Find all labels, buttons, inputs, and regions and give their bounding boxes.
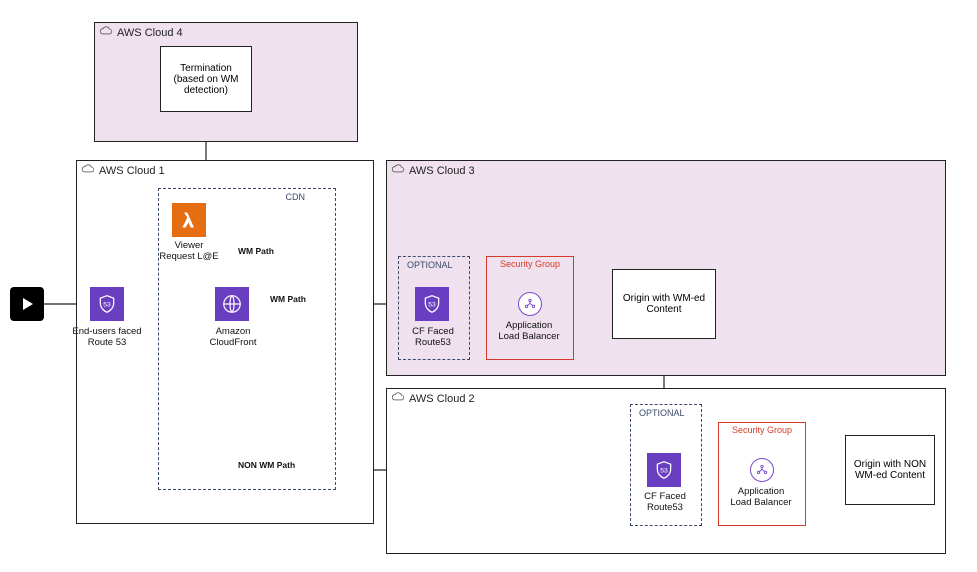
optional-label-3: OPTIONAL: [407, 260, 453, 270]
region-label-cloud3: AWS Cloud 3: [409, 165, 475, 177]
termination-box: Termination (based on WM detection): [160, 46, 252, 112]
play-icon[interactable]: [10, 287, 44, 321]
svg-text:53: 53: [428, 302, 436, 309]
region-label-cloud4: AWS Cloud 4: [117, 27, 183, 39]
optional-label-2: OPTIONAL: [639, 408, 685, 418]
origin-wm-box: Origin with WM-ed Content: [612, 269, 716, 339]
secgrp-label-2: Security Group: [719, 425, 805, 435]
cloudfront-icon: [215, 287, 249, 321]
alb3-caption: Application Load Balancer: [494, 320, 564, 343]
cdn-label: CDN: [286, 192, 306, 202]
lambda-icon: [172, 203, 206, 237]
route53-icon: 53: [647, 453, 681, 487]
endusers-r53-caption: End-users faced Route 53: [72, 326, 142, 349]
secgrp-label-3: Security Group: [487, 259, 573, 269]
edge-wm-vert: WM Path: [238, 246, 274, 256]
route53-icon: 53: [90, 287, 124, 321]
route53-icon: 53: [415, 287, 449, 321]
cf-r53-3-caption: CF Faced Route53: [398, 326, 468, 349]
cloud-icon: [81, 164, 95, 174]
termination-text: Termination (based on WM detection): [165, 63, 247, 96]
svg-text:53: 53: [103, 302, 111, 309]
cloud-icon: [391, 164, 405, 174]
alb-icon: [518, 292, 542, 316]
origin-nonwm-text: Origin with NON WM-ed Content: [850, 459, 930, 481]
alb-icon: [750, 458, 774, 482]
origin-nonwm-box: Origin with NON WM-ed Content: [845, 435, 935, 505]
region-label-cloud1: AWS Cloud 1: [99, 165, 165, 177]
alb2-caption: Application Load Balancer: [726, 486, 796, 509]
svg-text:53: 53: [660, 468, 668, 475]
cf-r53-2-caption: CF Faced Route53: [630, 491, 700, 514]
region-cloud3: AWS Cloud 3: [386, 160, 946, 376]
origin-wm-text: Origin with WM-ed Content: [617, 293, 711, 315]
diagram-canvas: AWS Cloud 4 Termination (based on WM det…: [0, 0, 977, 572]
edge-nonwm: NON WM Path: [238, 460, 295, 470]
cloud-icon: [99, 26, 113, 36]
cloud-icon: [391, 392, 405, 402]
viewer-le-caption: Viewer Request L@E: [156, 240, 222, 263]
region-label-cloud2: AWS Cloud 2: [409, 393, 475, 405]
cloudfront-caption: Amazon CloudFront: [198, 326, 268, 349]
edge-wm-horz: WM Path: [270, 294, 306, 304]
